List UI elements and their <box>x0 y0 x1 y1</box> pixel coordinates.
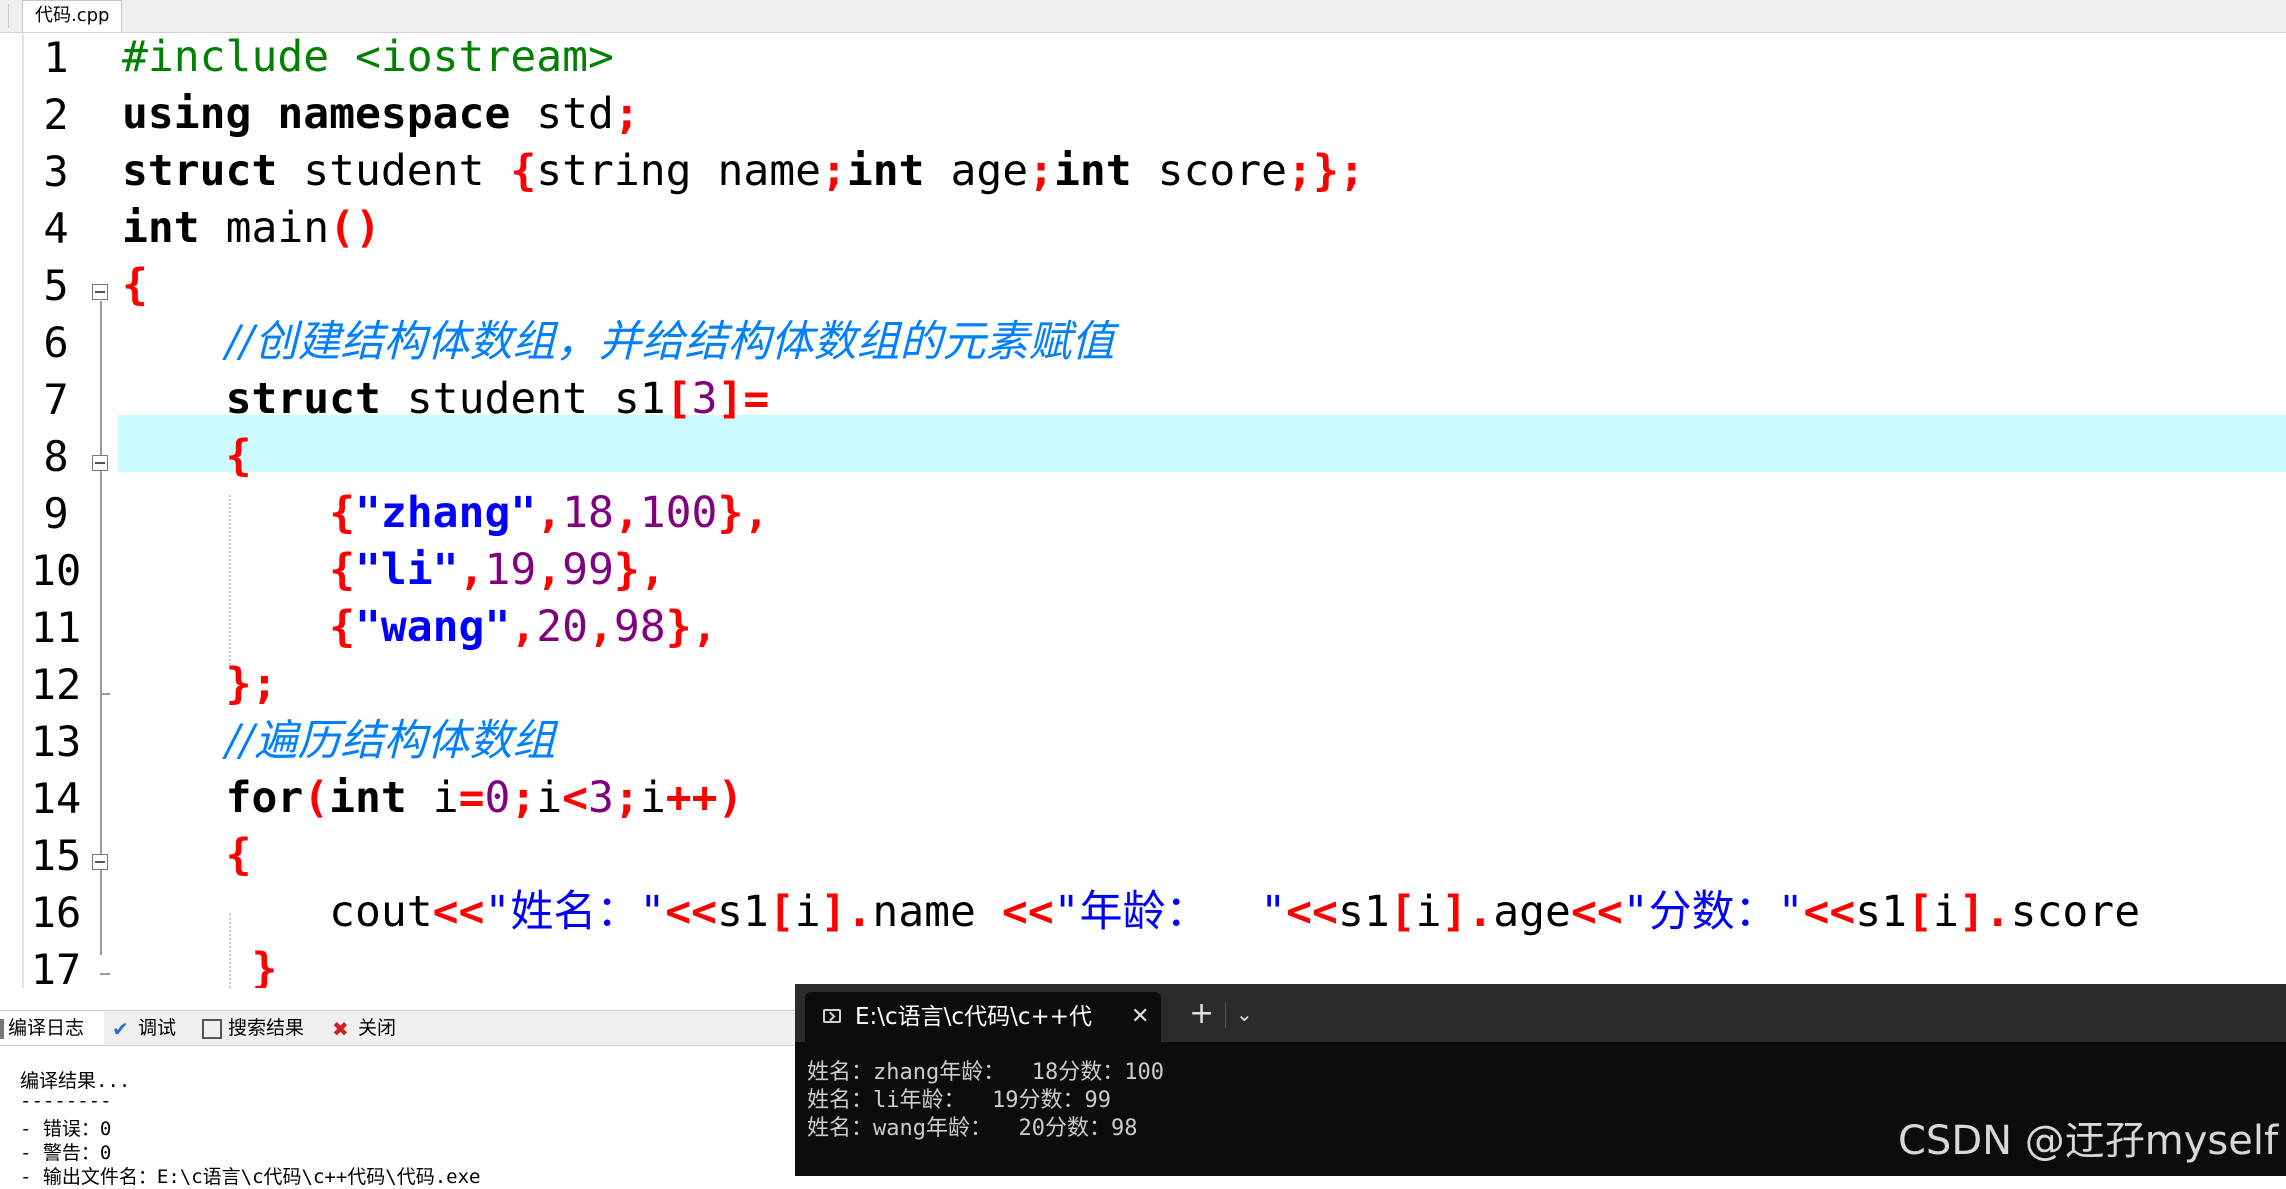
line-number: 8 <box>43 432 69 481</box>
close-panel-icon: ✖ <box>332 1016 349 1041</box>
code-editor[interactable]: 1 2 3 4 5 6 7 8 9 10 11 12 13 14 15 16 1… <box>0 33 2286 988</box>
terminal-tab[interactable]: E:\c语言\c代码\c++代 ✕ <box>805 992 1161 1042</box>
line-number: 6 <box>43 318 69 367</box>
line-number: 10 <box>30 546 82 595</box>
terminal-tab-title: E:\c语言\c代码\c++代 <box>855 1004 1093 1030</box>
tab-debug-label: 调试 <box>138 1017 177 1039</box>
line-number: 5 <box>43 261 69 310</box>
tab-close-label: 关闭 <box>358 1017 397 1039</box>
checkmark-icon: ✔ <box>112 1016 129 1041</box>
tab-compile-log-label: 编译日志 <box>8 1017 85 1039</box>
compile-log-line: -------- <box>20 1090 112 1112</box>
line-number: 16 <box>30 888 82 937</box>
code-line-9: {"zhang",18,100}, <box>329 488 770 538</box>
compile-log-line: - 警告：0 <box>20 1142 112 1164</box>
tab-separator <box>1225 1002 1226 1028</box>
tab-search-results[interactable]: 搜索结果 <box>202 1011 320 1045</box>
code-line-14: for(int i=0;i<3;i++) <box>225 773 744 823</box>
compile-log-icon <box>0 1018 4 1039</box>
line-number: 12 <box>30 660 82 709</box>
bottom-panel-tabs: 编译日志 ✔ 调试 搜索结果 ✖ 关闭 <box>0 1010 800 1046</box>
code-line-7: struct student s1[3]= <box>225 374 770 424</box>
line-number: 3 <box>43 147 69 196</box>
csdn-watermark: CSDN @迂孖myself <box>1898 1118 2279 1164</box>
tab-compile-log[interactable]: 编译日志 <box>0 1011 104 1045</box>
code-line-5: { <box>122 260 148 310</box>
line-number: 14 <box>30 774 82 823</box>
terminal-output-line: 姓名：wang年龄： 20分数：98 <box>807 1116 1138 1141</box>
line-number: 7 <box>43 375 69 424</box>
code-line-8: { <box>225 431 252 481</box>
new-tab-button[interactable]: + <box>1189 992 1214 1036</box>
line-number: 15 <box>30 831 82 880</box>
fold-toggle-icon[interactable] <box>92 284 108 300</box>
tab-code-cpp[interactable]: 代码.cpp <box>22 0 123 32</box>
fold-toggle-icon[interactable] <box>92 854 108 870</box>
terminal-icon <box>823 1009 841 1023</box>
close-icon[interactable]: ✕ <box>1131 992 1149 1042</box>
code-line-12: }; <box>225 659 278 709</box>
line-number: 11 <box>30 603 82 652</box>
code-line-6: //创建结构体数组，并给结构体数组的元素赋值 <box>225 317 1115 367</box>
code-line-13: //遍历结构体数组 <box>225 716 556 766</box>
editor-tab-bar: 代码.cpp <box>0 0 2286 33</box>
line-number: 17 <box>30 945 82 988</box>
code-line-10: {"li",19,99}, <box>329 545 666 595</box>
fold-toggle-icon[interactable] <box>92 455 108 471</box>
tab-search-results-label: 搜索结果 <box>228 1017 305 1039</box>
tab-debug[interactable]: ✔ 调试 <box>112 1011 190 1045</box>
code-line-16: cout<<"姓名："<<s1[i].name <<"年龄： "<<s1[i].… <box>329 887 2141 937</box>
tab-scroll-edge <box>0 4 9 28</box>
code-line-11: {"wang",20,98}, <box>329 602 718 652</box>
line-number: 13 <box>30 717 82 766</box>
search-results-icon <box>202 1018 222 1039</box>
fold-end-marker <box>100 973 110 975</box>
terminal-tab-bar: E:\c语言\c代码\c++代 ✕ + ⌄ <box>795 984 2286 1042</box>
line-number: 1 <box>43 33 69 82</box>
compile-log-line: - 错误：0 <box>20 1118 112 1140</box>
fold-end-marker <box>100 693 110 695</box>
line-number: 4 <box>43 204 69 253</box>
compile-log-line: 编译结果... <box>20 1070 131 1092</box>
code-line-17: } <box>251 944 278 988</box>
code-line-4: int main() <box>122 203 381 253</box>
code-line-2: using namespace std; <box>122 89 640 139</box>
line-number: 9 <box>43 489 69 538</box>
chevron-down-icon[interactable]: ⌄ <box>1236 994 1253 1034</box>
code-line-3: struct student {string name;int age;int … <box>122 146 1365 196</box>
tab-close[interactable]: ✖ 关闭 <box>332 1011 410 1045</box>
code-line-15: { <box>225 830 252 880</box>
code-line-1: #include <iostream> <box>122 33 614 82</box>
line-number: 2 <box>43 90 69 139</box>
